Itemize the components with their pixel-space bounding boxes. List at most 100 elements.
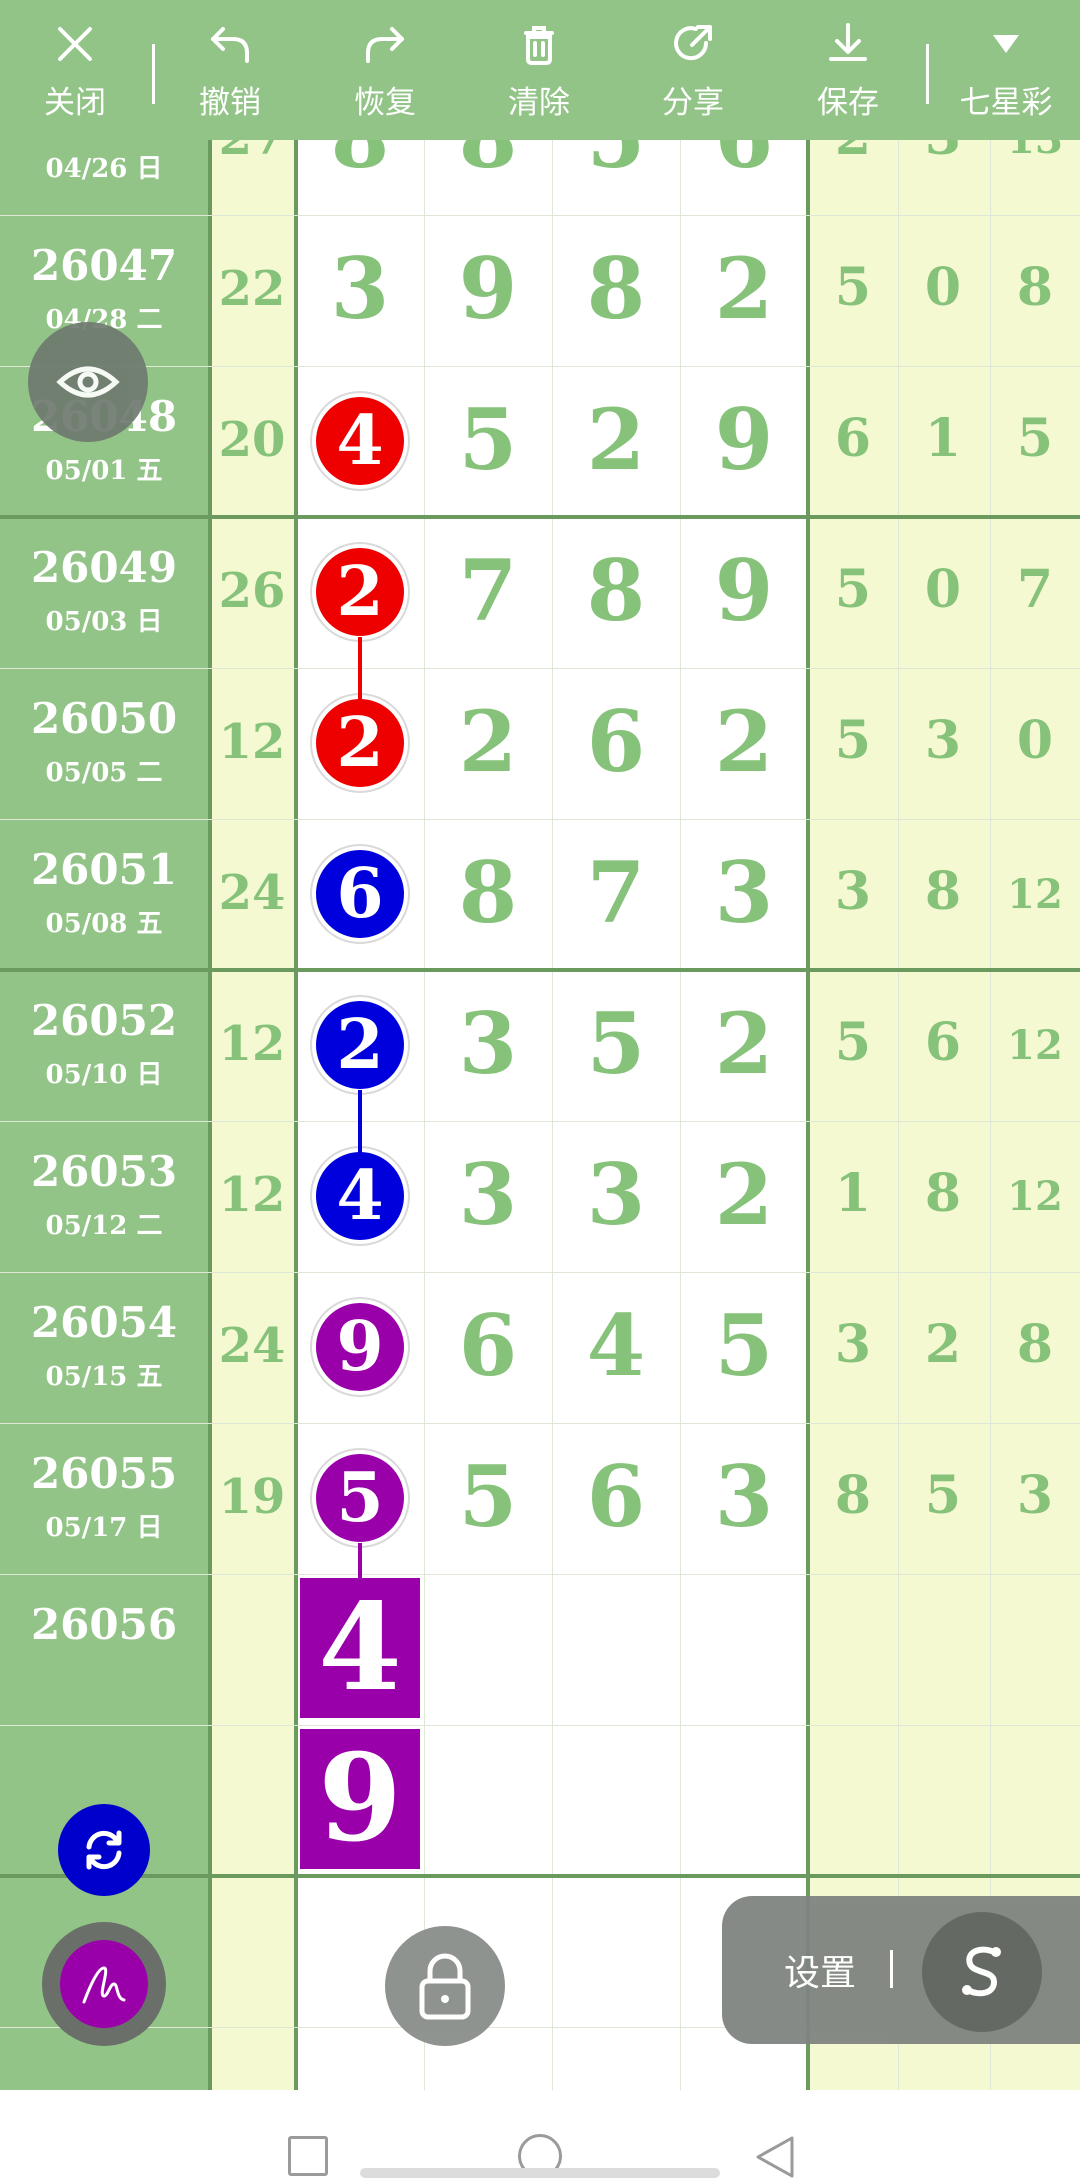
tail-value: 0: [1016, 710, 1054, 771]
digit-cell[interactable]: 8: [552, 239, 680, 338]
clear-button[interactable]: 清除: [484, 0, 594, 140]
back-button[interactable]: [752, 2134, 796, 2180]
digit-cell[interactable]: 3: [296, 239, 424, 338]
close-button[interactable]: 关闭: [20, 0, 130, 140]
digit-cell[interactable]: 9: [680, 541, 808, 640]
digit-cell[interactable]: 5: [552, 994, 680, 1093]
digit-cell[interactable]: 8: [552, 541, 680, 640]
digit-cell[interactable]: 2: [680, 1145, 808, 1244]
digit-cell[interactable]: 2: [680, 994, 808, 1093]
digit-cell[interactable]: 7: [424, 541, 552, 640]
issue-date: 05/08 五: [45, 909, 163, 939]
digit-cell[interactable]: 2: [680, 692, 808, 791]
tail-value: 5: [834, 257, 872, 318]
digit-cell[interactable]: 5: [424, 390, 552, 489]
digit-cell[interactable]: 6: [680, 140, 808, 187]
system-nav-bar: [0, 2090, 1080, 2180]
highlighted-digit-ball[interactable]: 5: [312, 1450, 408, 1546]
digit-cell[interactable]: 8: [296, 140, 424, 187]
digit-cell[interactable]: 9: [680, 390, 808, 489]
save-label: 保存: [817, 84, 879, 121]
tail-value: 5: [1016, 408, 1054, 469]
group-divider-line: [0, 1874, 1080, 1878]
close-label: 关闭: [44, 84, 106, 121]
issue-date: 05/03 日: [45, 607, 163, 637]
lock-button[interactable]: [385, 1926, 505, 2046]
settings-label[interactable]: 设置: [784, 1944, 856, 1996]
s-logo-button[interactable]: [922, 1912, 1042, 2032]
tail-value: 0: [924, 559, 962, 620]
digit-cell[interactable]: 3: [680, 843, 808, 942]
tail-value: 2: [924, 1314, 962, 1375]
sum-value: 12: [218, 1016, 286, 1072]
highlighted-digit-ball[interactable]: 9: [312, 1299, 408, 1395]
draw-tool-color: [60, 1940, 148, 2028]
digit-cell[interactable]: 7: [552, 843, 680, 942]
tail-value: 8: [1016, 1314, 1054, 1375]
digit-cell[interactable]: 3: [424, 994, 552, 1093]
redo-button[interactable]: 恢复: [330, 0, 440, 140]
redo-icon: [366, 26, 404, 63]
visibility-toggle-button[interactable]: [28, 322, 148, 442]
draw-icon: [82, 1966, 126, 2004]
tail-value: 1: [924, 408, 962, 469]
issue-date: 05/17 日: [45, 1513, 163, 1543]
refresh-icon: [86, 1830, 122, 1870]
issue-date: 05/12 二: [45, 1211, 163, 1241]
tail-value: 5: [834, 1012, 872, 1073]
digit-cell[interactable]: 6: [424, 1296, 552, 1395]
recent-apps-button[interactable]: [288, 2136, 328, 2176]
sum-value: 12: [218, 714, 286, 770]
issue-number: 26053: [30, 1147, 178, 1196]
digit-cell[interactable]: 9: [424, 239, 552, 338]
digit-cell[interactable]: 3: [552, 1145, 680, 1244]
sum-value: 12: [218, 1167, 286, 1223]
highlighted-digit-ball[interactable]: 4: [312, 1148, 408, 1244]
refresh-button[interactable]: [58, 1804, 150, 1896]
settings-divider: [890, 1950, 893, 1988]
highlighted-digit-ball[interactable]: 4: [312, 393, 408, 489]
tail-value: 2: [808, 140, 898, 167]
group-divider-line: [0, 515, 1080, 519]
lottery-type-dropdown[interactable]: 七星彩: [946, 0, 1066, 140]
digit-cell[interactable]: 4: [552, 1296, 680, 1395]
undo-button[interactable]: 撤销: [175, 0, 285, 140]
sum-value: 24: [218, 865, 286, 921]
group-divider-line: [0, 968, 1080, 972]
highlighted-digit-ball[interactable]: 2: [312, 544, 408, 640]
digit-cell[interactable]: 3: [680, 1447, 808, 1546]
digit-cell[interactable]: 8: [424, 140, 552, 187]
highlighted-digit-ball[interactable]: 2: [312, 997, 408, 1093]
digit-cell[interactable]: 6: [552, 692, 680, 791]
highlighted-digit-ball[interactable]: 6: [312, 846, 408, 942]
pick-square[interactable]: 9: [300, 1729, 420, 1869]
trend-chart-grid[interactable]: 2604604/26 日27885623132604704/28 二223982…: [0, 140, 1080, 2090]
digit-cell[interactable]: 6: [552, 1447, 680, 1546]
save-button[interactable]: 保存: [793, 0, 903, 140]
share-label: 分享: [662, 84, 724, 121]
draw-tool-button[interactable]: [42, 1922, 166, 2046]
sum-value: 20: [218, 412, 286, 468]
settings-panel[interactable]: 设置: [722, 1896, 1080, 2044]
digit-cell[interactable]: 2: [680, 239, 808, 338]
share-button[interactable]: 分享: [638, 0, 748, 140]
digit-cell[interactable]: 5: [680, 1296, 808, 1395]
pick-square[interactable]: 4: [300, 1578, 420, 1718]
tail-value: 3: [834, 1314, 872, 1375]
tail-value: 5: [924, 1465, 962, 1526]
issue-number: 26054: [30, 1298, 178, 1347]
grid-row-line: [0, 1574, 1080, 1575]
digit-cell[interactable]: 2: [552, 390, 680, 489]
digit-cell[interactable]: 5: [552, 140, 680, 187]
toolbar-divider: [152, 44, 155, 104]
tail-value: 6: [924, 1012, 962, 1073]
grid-row-line: [0, 668, 1080, 669]
tail-value: 3: [1016, 1465, 1054, 1526]
tail-value: 6: [834, 408, 872, 469]
digit-cell[interactable]: 8: [424, 843, 552, 942]
digit-cell[interactable]: 3: [424, 1145, 552, 1244]
issue-number: 26049: [30, 543, 178, 592]
highlighted-digit-ball[interactable]: 2: [312, 695, 408, 791]
digit-cell[interactable]: 2: [424, 692, 552, 791]
digit-cell[interactable]: 5: [424, 1447, 552, 1546]
